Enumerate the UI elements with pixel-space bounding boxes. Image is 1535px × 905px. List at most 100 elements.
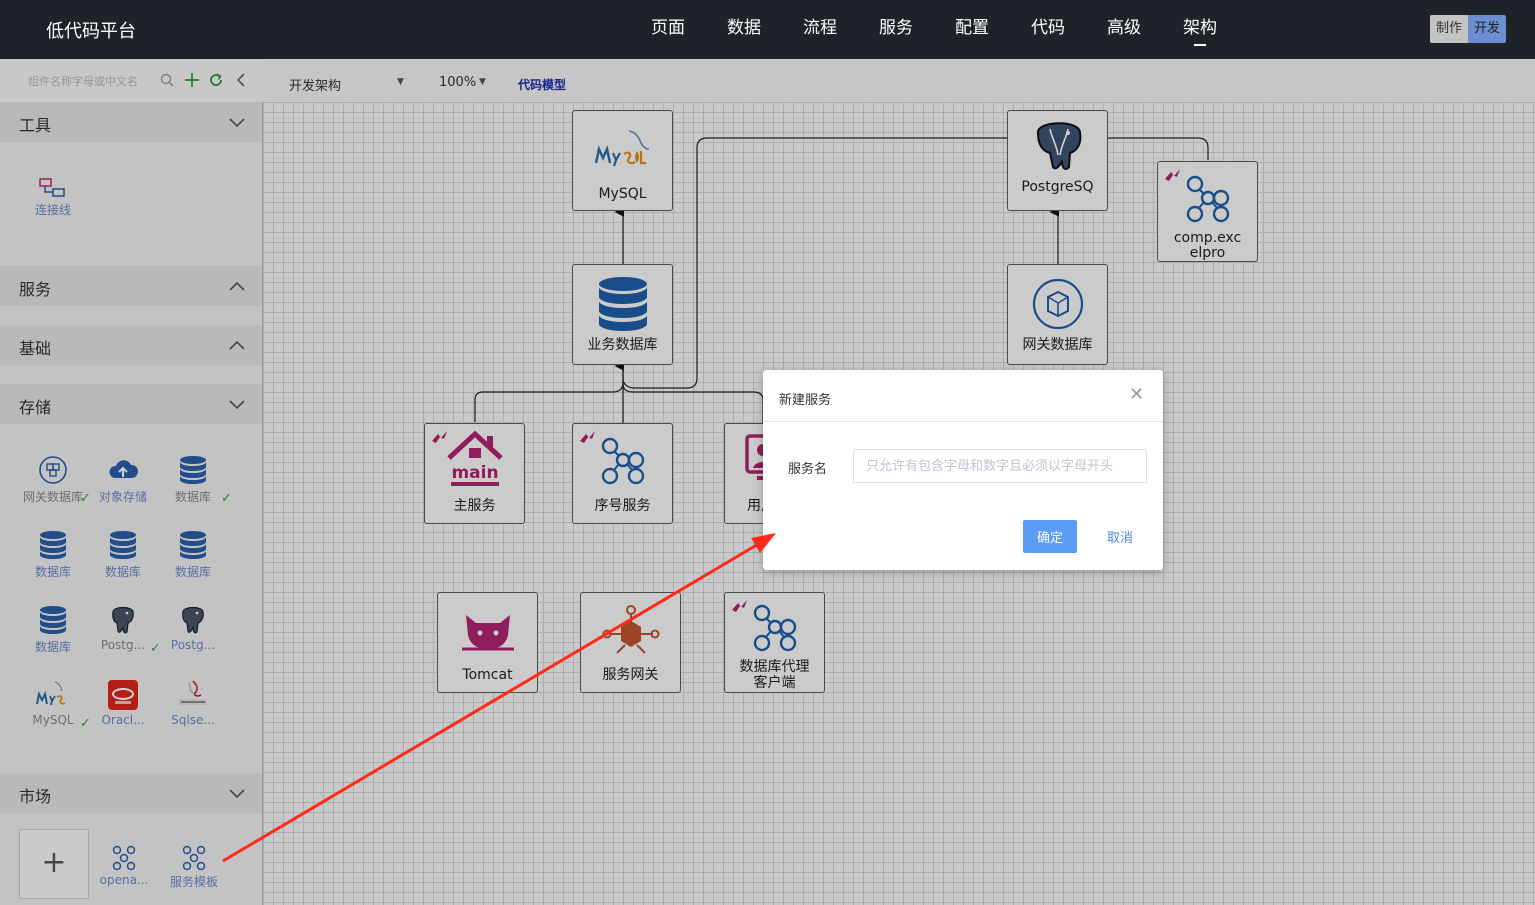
section-header-basic[interactable]: 基础	[0, 325, 262, 365]
node-serial-service[interactable]: 序号服务	[572, 423, 673, 524]
database-icon	[40, 606, 66, 634]
sqlserver-logo-icon	[179, 680, 207, 705]
node-tomcat[interactable]: Tomcat	[437, 592, 538, 693]
nav-item-architecture[interactable]: 架构	[1162, 0, 1238, 59]
make-mode-button[interactable]: 制作	[1430, 15, 1468, 43]
storage-database-5[interactable]: 数据库	[23, 604, 83, 655]
nav-item-service[interactable]: 服务	[858, 0, 934, 59]
node-main-service[interactable]: main 主服务	[424, 423, 525, 524]
code-model-link[interactable]: 代码模型	[518, 76, 566, 93]
nav-item-flow[interactable]: 流程	[782, 0, 858, 59]
storage-gateway-db[interactable]: 网关数据库	[23, 454, 83, 505]
node-postgresql[interactable]: PostgreSQ	[1007, 110, 1108, 211]
app-title: 低代码平台	[46, 21, 136, 42]
nav-item-code[interactable]: 代码	[1010, 0, 1086, 59]
component-label: 服务模板	[169, 875, 218, 889]
section-title: 存储	[19, 398, 52, 417]
cancel-button[interactable]: 取消	[1097, 520, 1143, 553]
close-icon[interactable]: ✕	[1129, 384, 1144, 405]
dev-mode-button[interactable]: 开发	[1468, 15, 1506, 43]
storage-oracle[interactable]: Oracl...	[93, 679, 153, 727]
installed-check-icon: ✓	[150, 641, 161, 656]
component-label: 数据库	[104, 565, 141, 579]
search-icon[interactable]	[160, 72, 174, 92]
architecture-select[interactable]: 开发架构 ▼	[289, 75, 407, 94]
node-label-line1: 数据库代理	[739, 659, 810, 675]
storage-database-2[interactable]: 数据库	[23, 529, 83, 580]
nav-item-config[interactable]: 配置	[934, 0, 1010, 59]
refresh-icon[interactable]	[208, 72, 224, 93]
storage-postgresql-1[interactable]: Postg...	[93, 604, 153, 652]
add-market-template-button[interactable]: +	[19, 829, 89, 899]
component-label: Postg...	[170, 638, 216, 652]
service-graph-icon	[601, 437, 645, 485]
node-db-proxy-client[interactable]: 数据库代理 客户端	[724, 592, 825, 693]
node-business-db[interactable]: 业务数据库	[572, 264, 673, 365]
zoom-select-value: 100%	[439, 75, 477, 90]
storage-database-4[interactable]: 数据库	[163, 529, 223, 580]
storage-sqlserver[interactable]: Sqlse...	[163, 679, 223, 727]
node-service-gateway[interactable]: 服务网关	[580, 592, 681, 693]
storage-object-storage[interactable]: 对象存储	[93, 454, 153, 505]
market-item-service-template[interactable]: 服务模板	[164, 845, 224, 890]
architecture-select-value: 开发架构	[289, 79, 342, 94]
tool-label: 连接线	[34, 203, 71, 217]
storage-postgresql-2[interactable]: Postg...	[163, 604, 223, 652]
node-label-line2: 客户端	[753, 675, 796, 691]
chevron-down-icon: ▼	[397, 77, 404, 87]
connector-line-icon	[39, 178, 65, 197]
node-gateway-db[interactable]: 网关数据库	[1007, 264, 1108, 365]
installed-check-icon: ✓	[80, 716, 91, 731]
edge-user-businessdb	[622, 383, 764, 423]
service-graph-icon	[182, 845, 206, 871]
node-label: PostgreSQ	[1021, 179, 1094, 195]
postgresql-elephant-icon	[112, 606, 134, 634]
new-service-dialog: 新建服务 ✕ 服务名 确定 取消	[763, 370, 1163, 570]
component-label: 数据库	[34, 565, 71, 579]
storage-database-1[interactable]: 数据库	[163, 454, 223, 505]
component-label: opena...	[99, 873, 149, 887]
nav-item-data[interactable]: 数据	[706, 0, 782, 59]
confirm-button[interactable]: 确定	[1023, 520, 1077, 553]
section-title: 服务	[19, 280, 52, 299]
node-label: Tomcat	[462, 667, 513, 683]
database-icon	[40, 531, 66, 559]
cloud-upload-icon	[109, 460, 139, 478]
component-search-input[interactable]	[28, 75, 158, 88]
tool-connector-line[interactable]: 连接线	[23, 177, 83, 218]
section-header-tools[interactable]: 工具	[0, 102, 262, 142]
storage-section-body: 网关数据库 ✓ 对象存储 数据库 ✓ 数据库 数据库 数据库 数据库 Postg…	[0, 424, 262, 754]
component-label: 数据库	[174, 490, 211, 504]
database-icon	[599, 277, 647, 331]
component-label: MySQL	[32, 713, 74, 727]
node-mysql[interactable]: MySQL	[572, 110, 673, 211]
gateway-database-icon	[39, 456, 67, 484]
service-name-input[interactable]	[853, 449, 1147, 483]
market-item-openapi[interactable]: opena...	[94, 845, 154, 887]
add-icon[interactable]	[184, 72, 200, 93]
node-label: 序号服务	[594, 498, 651, 514]
oracle-logo-icon	[108, 680, 138, 710]
section-header-service[interactable]: 服务	[0, 266, 262, 306]
node-label: 服务网关	[602, 667, 659, 683]
storage-mysql[interactable]: MySQL	[23, 679, 83, 727]
section-header-storage[interactable]: 存储	[0, 384, 262, 424]
component-label: Oracl...	[101, 713, 145, 727]
storage-database-3[interactable]: 数据库	[93, 529, 153, 580]
collapse-sidebar-icon[interactable]	[236, 72, 246, 93]
postgresql-elephant-icon	[1037, 122, 1082, 170]
nav-item-page[interactable]: 页面	[630, 0, 706, 59]
node-comp-excelpro[interactable]: comp.exc elpro	[1157, 161, 1258, 262]
tools-section-body: 连接线	[0, 142, 262, 247]
chevron-down-icon	[229, 789, 245, 799]
gateway-database-icon	[1032, 278, 1084, 330]
section-title: 工具	[19, 116, 52, 135]
nav-item-advanced[interactable]: 高级	[1086, 0, 1162, 59]
mode-toggle: 制作 开发	[1430, 15, 1506, 43]
mysql-logo-icon	[36, 681, 66, 706]
node-label-line2: elpro	[1189, 245, 1226, 261]
main-house-icon: main	[447, 430, 503, 486]
section-header-market[interactable]: 市场	[0, 773, 262, 813]
chevron-up-icon	[229, 340, 245, 350]
zoom-select[interactable]: 100% ▼	[439, 75, 489, 90]
